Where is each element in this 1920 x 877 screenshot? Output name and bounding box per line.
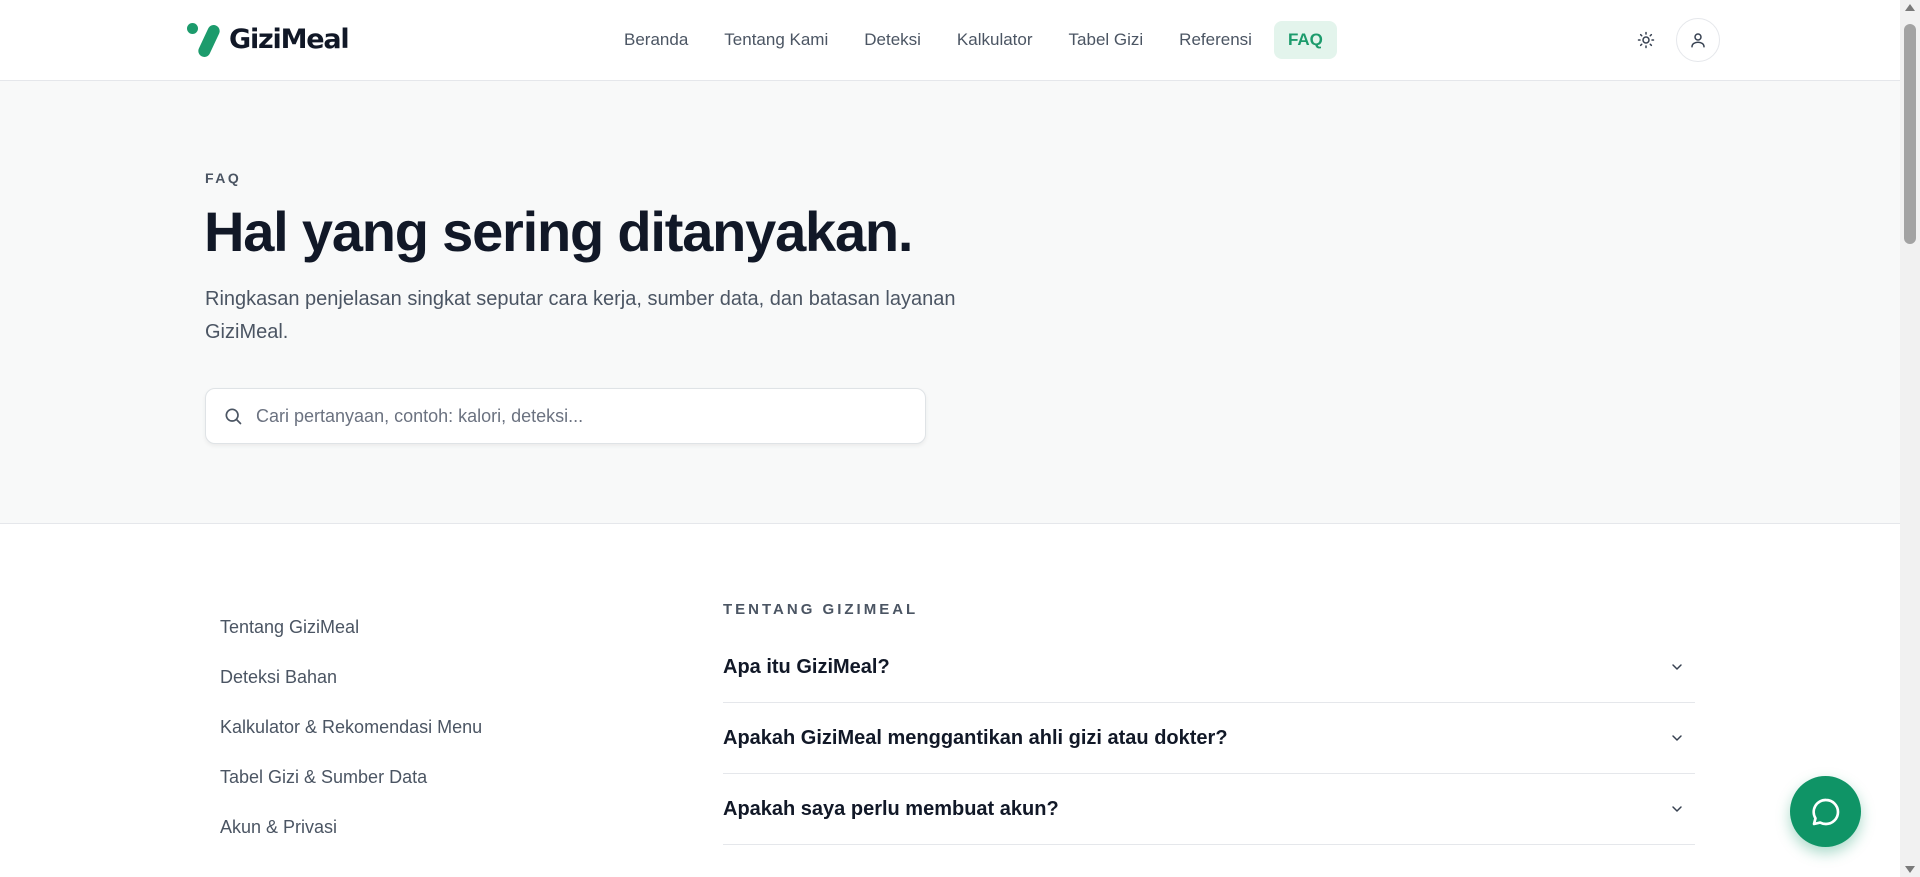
- sidebar-item-kalkulator[interactable]: Kalkulator & Rekomendasi Menu: [220, 710, 482, 760]
- top-header: GiziMeal Beranda Tentang Kami Deteksi Ka…: [0, 0, 1900, 81]
- sidebar-item-tabel-gizi[interactable]: Tabel Gizi & Sumber Data: [220, 760, 482, 810]
- scroll-up-arrow-icon[interactable]: [1905, 4, 1915, 11]
- nav-tentang-kami[interactable]: Tentang Kami: [710, 21, 842, 59]
- hero-eyebrow: FAQ: [205, 170, 242, 186]
- page-scrollbar[interactable]: [1900, 0, 1920, 877]
- chat-bubble-icon: [1811, 798, 1839, 825]
- brand-name: GiziMeal: [229, 23, 350, 55]
- faq-search-box: [205, 388, 926, 444]
- scroll-down-arrow-icon[interactable]: [1905, 866, 1915, 873]
- page-title: Hal yang sering ditanyakan.: [204, 200, 913, 263]
- nav-faq[interactable]: FAQ: [1273, 21, 1337, 59]
- faq-category-sidebar: Tentang GiziMeal Deteksi Bahan Kalkulato…: [220, 610, 482, 860]
- nav-beranda[interactable]: Beranda: [610, 21, 702, 59]
- faq-item[interactable]: Apa itu GiziMeal?: [723, 632, 1695, 703]
- faq-item[interactable]: Apakah GiziMeal menggantikan ahli gizi a…: [723, 703, 1695, 774]
- nav-kalkulator[interactable]: Kalkulator: [943, 21, 1047, 59]
- nav-deteksi[interactable]: Deteksi: [850, 21, 935, 59]
- sidebar-item-deteksi-bahan[interactable]: Deteksi Bahan: [220, 660, 482, 710]
- faq-item[interactable]: Apakah saya perlu membuat akun?: [723, 774, 1695, 845]
- logo-mark-icon: [185, 20, 223, 59]
- user-account-button[interactable]: [1676, 18, 1720, 62]
- user-icon: [1691, 33, 1705, 48]
- nav-referensi[interactable]: Referensi: [1165, 21, 1266, 59]
- faq-question: Apa itu GiziMeal?: [723, 655, 890, 678]
- hero-section: FAQ Hal yang sering ditanyakan. Ringkasa…: [0, 81, 1900, 524]
- faq-question: Apakah saya perlu membuat akun?: [723, 797, 1059, 820]
- sidebar-item-tentang-gizimeal[interactable]: Tentang GiziMeal: [220, 610, 482, 660]
- faq-section-label: TENTANG GIZIMEAL: [723, 601, 919, 618]
- faq-search-input[interactable]: [256, 405, 896, 427]
- chevron-down-icon: [1667, 799, 1687, 819]
- sun-icon: [1637, 31, 1655, 49]
- theme-toggle-button[interactable]: [1630, 24, 1662, 56]
- nav-tabel-gizi[interactable]: Tabel Gizi: [1055, 21, 1158, 59]
- chat-button[interactable]: [1790, 776, 1861, 847]
- search-icon: [222, 405, 244, 427]
- faq-list: TENTANG GIZIMEAL Apa itu GiziMeal? Apaka…: [723, 601, 1695, 845]
- faq-question: Apakah GiziMeal menggantikan ahli gizi a…: [723, 726, 1228, 749]
- chevron-down-icon: [1667, 728, 1687, 748]
- scrollbar-thumb[interactable]: [1904, 24, 1916, 244]
- hero-subtitle: Ringkasan penjelasan singkat seputar car…: [205, 288, 956, 343]
- brand-logo[interactable]: GiziMeal: [185, 20, 350, 59]
- sidebar-item-akun-privasi[interactable]: Akun & Privasi: [220, 810, 482, 860]
- main-nav: Beranda Tentang Kami Deteksi Kalkulator …: [610, 20, 1345, 60]
- chevron-down-icon: [1667, 657, 1687, 677]
